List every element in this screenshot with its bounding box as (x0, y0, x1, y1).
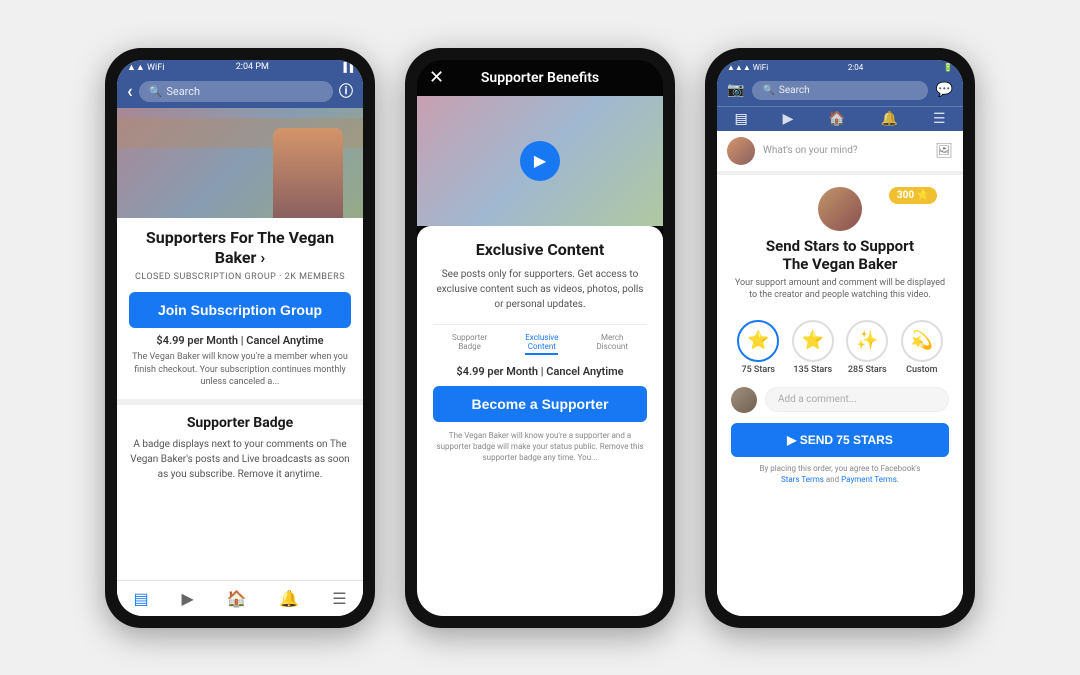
star-circle-75: ⭐ (737, 320, 779, 362)
join-subscription-button[interactable]: Join Subscription Group (129, 292, 351, 328)
p3-battery: 🔋 (943, 63, 953, 72)
nav-bell-icon[interactable]: 🔔 (279, 589, 299, 608)
p3-nav-marketplace[interactable]: 🏠 (828, 111, 845, 127)
user-avatar-small (727, 137, 755, 165)
send-stars-title: Send Stars to SupportThe Vegan Baker (766, 237, 914, 273)
payment-terms-link[interactable]: Payment Terms. (841, 475, 899, 484)
camera-icon[interactable]: 📷 (727, 82, 744, 98)
play-button[interactable]: ▶ (520, 141, 560, 181)
supporter-benefits-title: Supporter Benefits (481, 70, 599, 86)
stars-badge: 300 ⭐ (889, 187, 937, 204)
badge-title: Supporter Badge (129, 415, 351, 431)
stars-modal: 300 ⭐ Send Stars to SupportThe Vegan Bak… (717, 175, 963, 616)
p2-top-bar: ✕ Supporter Benefits (417, 60, 663, 96)
nav-home-icon[interactable]: ▤ (133, 589, 148, 608)
p3-status-bar: ▲▲▲ WiFi 2:04 🔋 (717, 60, 963, 75)
phone-1: ▲▲ WiFi 2:04 PM ▐▐ ‹ 🔍 Search ⓘ Supporte… (105, 48, 375, 628)
p2-disclaimer: The Vegan Baker will know you're a suppo… (433, 430, 647, 464)
p3-nav-bell[interactable]: 🔔 (881, 111, 898, 127)
p3-nav-menu[interactable]: ☰ (933, 111, 946, 127)
badge-description: A badge displays next to your comments o… (129, 437, 351, 482)
star-label-75: 75 Stars (741, 365, 775, 375)
whats-on-placeholder: What's on your mind? (763, 145, 927, 156)
p3-nav-video[interactable]: ▶ (783, 111, 794, 127)
modal-header-wrapper: 300 ⭐ Send Stars to SupportThe Vegan Bak… (731, 187, 949, 312)
status-bar-1: ▲▲ WiFi 2:04 PM ▐▐ (117, 60, 363, 75)
star-label-285: 285 Stars (848, 365, 887, 375)
info-icon[interactable]: ⓘ (339, 81, 353, 101)
tab-exclusive-content[interactable]: ExclusiveContent (525, 333, 558, 355)
time-display: 2:04 PM (236, 62, 269, 72)
star-circle-custom: 💫 (901, 320, 943, 362)
terms-text: By placing this order, you agree to Face… (731, 463, 949, 485)
phone-3-screen: ▲▲▲ WiFi 2:04 🔋 📷 🔍 Search 💬 ▤ ▶ 🏠 🔔 ☰ W… (717, 60, 963, 616)
p2-card: Exclusive Content See posts only for sup… (417, 226, 663, 616)
become-supporter-button[interactable]: Become a Supporter (433, 386, 647, 422)
exclusive-content-title: Exclusive Content (433, 240, 647, 259)
star-circle-285: ✨ (846, 320, 888, 362)
search-icon: 🔍 (149, 85, 163, 98)
p3-nav-tabs: ▤ ▶ 🏠 🔔 ☰ (717, 106, 963, 131)
phone-2-screen: ✕ Supporter Benefits ▶ Exclusive Content… (417, 60, 663, 616)
star-option-custom[interactable]: 💫 Custom (901, 320, 943, 375)
phone-3: ▲▲▲ WiFi 2:04 🔋 📷 🔍 Search 💬 ▤ ▶ 🏠 🔔 ☰ W… (705, 48, 975, 628)
nav-menu-icon[interactable]: ☰ (332, 589, 346, 608)
p3-signal-icons: ▲▲▲ WiFi (727, 63, 768, 72)
group-subtitle: CLOSED SUBSCRIPTION GROUP · 2K MEMBERS (129, 272, 351, 282)
p3-time: 2:04 (848, 63, 863, 72)
messenger-icon[interactable]: 💬 (936, 82, 953, 98)
back-icon[interactable]: ‹ (127, 81, 133, 102)
p3-nav-home[interactable]: ▤ (734, 111, 747, 127)
price-note: The Vegan Baker will know you're a membe… (129, 351, 351, 389)
p3-search-bar[interactable]: 🔍 Search (752, 81, 927, 100)
close-icon[interactable]: ✕ (429, 67, 444, 88)
p3-header: 📷 🔍 Search 💬 (717, 75, 963, 106)
p1-search-bar[interactable]: 🔍 Search (139, 81, 333, 102)
group-title: Supporters For The Vegan Baker › (129, 228, 351, 270)
comment-input[interactable]: Add a comment... (765, 387, 949, 412)
baker-avatar (818, 187, 862, 231)
price-line: $4.99 per Month | Cancel Anytime (129, 334, 351, 347)
nav-marketplace-icon[interactable]: 🏠 (227, 589, 247, 608)
hero-image (117, 108, 363, 218)
phone-2: ✕ Supporter Benefits ▶ Exclusive Content… (405, 48, 675, 628)
p3-search-icon: 🔍 (762, 85, 774, 96)
send-stars-subtitle: Your support amount and comment will be … (731, 277, 949, 302)
tab-merch-discount[interactable]: MerchDiscount (596, 333, 628, 355)
comment-row: Add a comment... (731, 387, 949, 413)
exclusive-content-description: See posts only for supporters. Get acces… (433, 267, 647, 312)
star-label-custom: Custom (906, 365, 937, 375)
stars-terms-link[interactable]: Stars Terms (781, 475, 824, 484)
photo-icon[interactable]: 🖼 (935, 143, 953, 159)
star-option-75[interactable]: ⭐ 75 Stars (737, 320, 779, 375)
commenter-avatar (731, 387, 757, 413)
signal-icons: ▲▲ WiFi (127, 62, 164, 73)
p1-bottom-nav: ▤ ▶ 🏠 🔔 ☰ (117, 580, 363, 616)
p1-content: Supporters For The Vegan Baker › CLOSED … (117, 218, 363, 580)
divider (117, 399, 363, 405)
p2-hero-image: ▶ (417, 96, 663, 226)
phone-1-screen: ▲▲ WiFi 2:04 PM ▐▐ ‹ 🔍 Search ⓘ Supporte… (117, 60, 363, 616)
star-option-135[interactable]: ⭐ 135 Stars (792, 320, 834, 375)
p2-price-line: $4.99 per Month | Cancel Anytime (433, 365, 647, 378)
star-circle-135: ⭐ (792, 320, 834, 362)
battery-icon: ▐▐ (340, 62, 353, 73)
whats-on-bar[interactable]: What's on your mind? 🖼 (717, 131, 963, 175)
star-option-285[interactable]: ✨ 285 Stars (846, 320, 888, 375)
star-label-135: 135 Stars (793, 365, 832, 375)
nav-video-icon[interactable]: ▶ (181, 589, 193, 608)
tab-supporter-badge[interactable]: SupporterBadge (452, 333, 487, 355)
benefits-tabs: SupporterBadge ExclusiveContent MerchDis… (433, 324, 647, 355)
p1-header: ‹ 🔍 Search ⓘ (117, 75, 363, 108)
send-stars-button[interactable]: ▶ SEND 75 STARS (731, 423, 949, 457)
stars-options: ⭐ 75 Stars ⭐ 135 Stars ✨ 285 Stars 💫 Cus… (731, 320, 949, 375)
